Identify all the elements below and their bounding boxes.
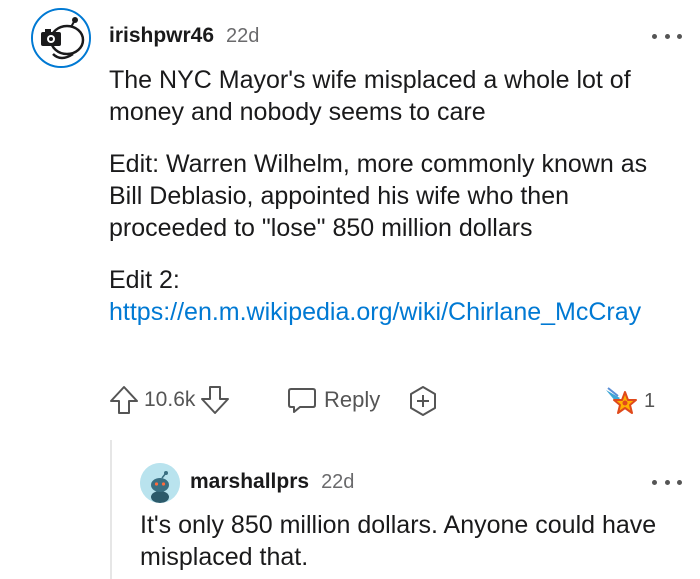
- upvote-arrow-icon[interactable]: [108, 384, 140, 416]
- reply-avatar[interactable]: [140, 463, 180, 503]
- award-count: 1: [644, 389, 656, 412]
- comment-body: The NYC Mayor's wife misplaced a whole l…: [109, 64, 679, 348]
- user-avatar[interactable]: [31, 8, 91, 68]
- add-award-button[interactable]: [406, 384, 440, 418]
- comment-age: 22d: [226, 25, 260, 47]
- reply-meta: marshallprs 22d: [190, 470, 354, 494]
- received-awards[interactable]: 1: [604, 384, 655, 418]
- vote-controls: 10.6k: [108, 384, 231, 416]
- comment-paragraph: The NYC Mayor's wife misplaced a whole l…: [109, 66, 631, 126]
- edit2-label: Edit 2:: [109, 266, 180, 294]
- more-options-icon[interactable]: [652, 26, 682, 46]
- snoo-avatar-icon: [140, 463, 180, 503]
- reply-more-options-icon[interactable]: [652, 472, 682, 492]
- rocket-star-award-icon: [606, 387, 637, 414]
- add-award-icon: [410, 386, 436, 416]
- comment-meta: irishpwr46 22d: [109, 24, 259, 48]
- reply-label: Reply: [324, 387, 381, 412]
- reply-age: 22d: [321, 471, 355, 493]
- comment-paragraph: Edit: Warren Wilhelm, more commonly know…: [109, 150, 648, 242]
- thread-line[interactable]: [110, 440, 112, 579]
- comment-paragraph-edit2: Edit 2: https://en.m.wikipedia.org/wiki/…: [109, 264, 679, 328]
- comment-container: irishpwr46 22d The NYC Mayor's wife misp…: [0, 0, 700, 579]
- comment-actions: 10.6k Reply 1: [108, 384, 668, 420]
- vote-count: 10.6k: [144, 388, 196, 411]
- reply-username[interactable]: marshallprs: [190, 470, 309, 494]
- snoo-photographer-icon: [33, 10, 89, 66]
- downvote-arrow-icon[interactable]: [199, 384, 231, 416]
- speech-bubble-icon: [288, 388, 316, 413]
- wikipedia-link[interactable]: https://en.m.wikipedia.org/wiki/Chirlane…: [109, 298, 641, 326]
- reply-button[interactable]: Reply: [286, 384, 380, 416]
- reply-body: It's only 850 million dollars. Anyone co…: [140, 511, 657, 571]
- username[interactable]: irishpwr46: [109, 24, 214, 48]
